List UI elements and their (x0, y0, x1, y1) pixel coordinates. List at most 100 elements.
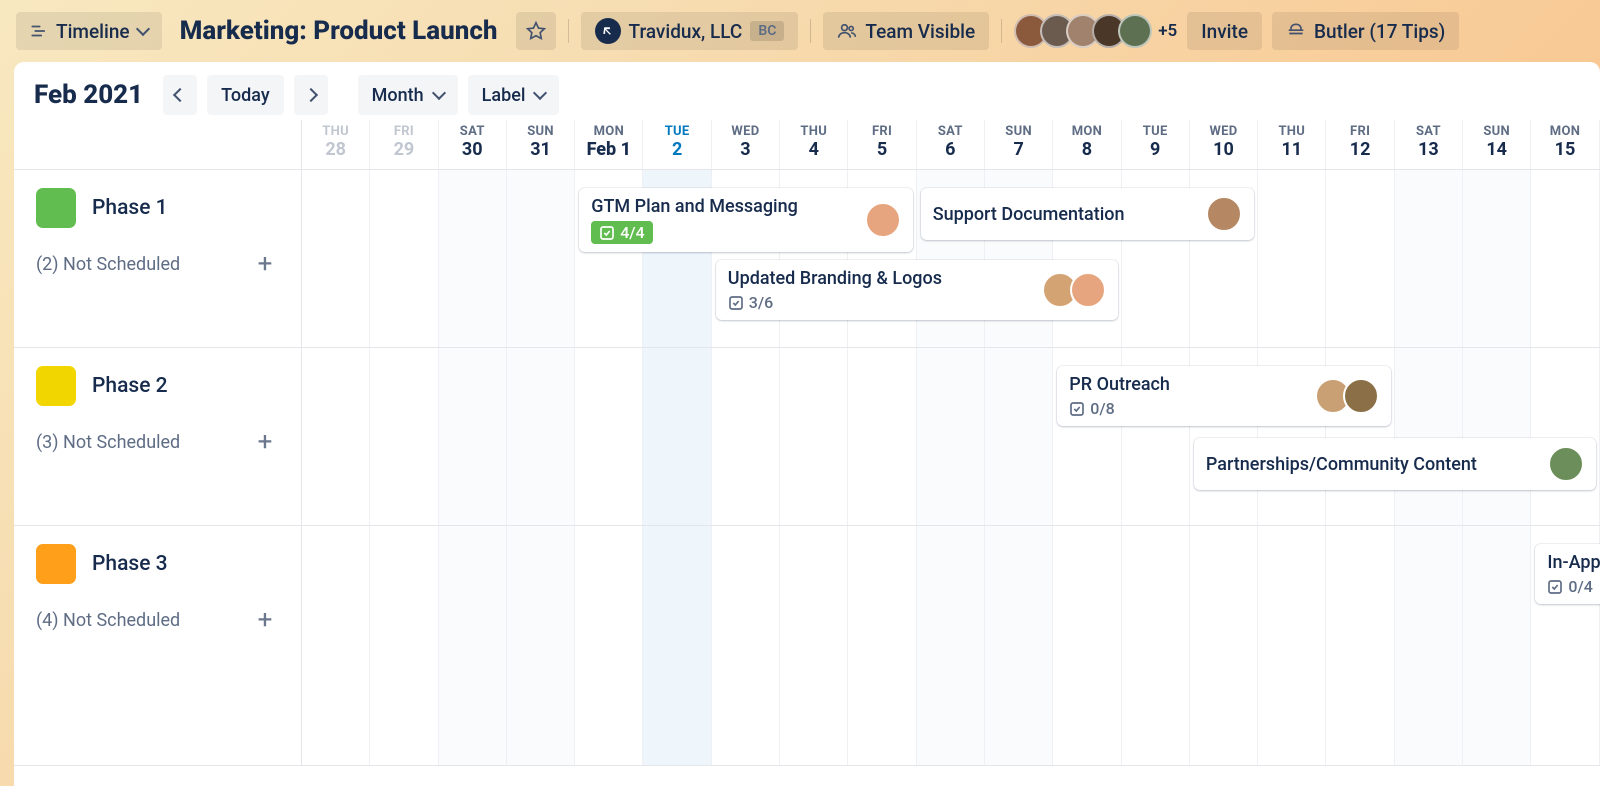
checklist-badge: 0/8 (1069, 399, 1114, 418)
timeline-toolbar: Feb 2021 Today Month Label (14, 62, 1600, 120)
workspace-name: Travidux, LLC (629, 20, 743, 43)
visibility-button[interactable]: Team Visible (823, 12, 989, 50)
timeline-card[interactable]: Partnerships/Community Content (1194, 438, 1596, 490)
timeline-card[interactable]: In-App Announcement 0/4 (1535, 544, 1600, 604)
day-column-header: SAT30 (439, 120, 507, 169)
card-title: Support Documentation (933, 204, 1197, 225)
chevron-left-icon (173, 88, 187, 102)
not-scheduled-count[interactable]: (3) Not Scheduled (36, 432, 180, 453)
chevron-down-icon (533, 86, 547, 100)
timeline-card[interactable]: Updated Branding & Logos 3/6 (716, 260, 1118, 320)
member-overflow-count[interactable]: +5 (1158, 21, 1177, 41)
day-column-header: THU11 (1258, 120, 1326, 169)
today-label: Today (221, 85, 270, 106)
lane-body[interactable]: GTM Plan and Messaging 4/4 Support Docume… (302, 170, 1600, 347)
group-select[interactable]: Label (468, 75, 560, 115)
day-column-header: FRI29 (370, 120, 438, 169)
not-scheduled-count[interactable]: (2) Not Scheduled (36, 254, 180, 275)
lane-title: Phase 3 (92, 552, 168, 576)
invite-label: Invite (1201, 20, 1248, 43)
divider (810, 19, 811, 43)
visibility-label: Team Visible (865, 20, 975, 43)
checklist-badge: 0/4 (1547, 577, 1592, 596)
day-column-header: WED10 (1190, 120, 1258, 169)
next-period-button[interactable] (294, 75, 328, 115)
day-column-header: WED3 (712, 120, 780, 169)
lane-row: Phase 1 (2) Not Scheduled + GTM Plan and… (14, 170, 1600, 348)
member-avatar[interactable] (1548, 446, 1584, 482)
timeline-card[interactable]: Support Documentation (921, 188, 1255, 240)
day-column-header: FRI5 (848, 120, 916, 169)
butler-label: Butler (17 Tips) (1314, 20, 1445, 43)
member-avatar-stack[interactable]: +5 (1014, 14, 1177, 48)
day-column-header: SUN14 (1463, 120, 1531, 169)
lane-row: Phase 3 (4) Not Scheduled + In-App Annou… (14, 526, 1600, 766)
lane-color-swatch (36, 188, 76, 228)
member-avatar[interactable] (1206, 196, 1242, 232)
lane-row: Phase 2 (3) Not Scheduled + PR Outreach … (14, 348, 1600, 526)
checklist-badge: 3/6 (728, 293, 773, 312)
timeline-grid: THU28FRI29SAT30SUN31MONFeb 1TUE2WED3THU4… (14, 120, 1600, 786)
day-column-header: SAT13 (1395, 120, 1463, 169)
timeline-card[interactable]: PR Outreach 0/8 (1057, 366, 1391, 426)
timeline-icon (30, 22, 48, 40)
scale-select[interactable]: Month (358, 75, 458, 115)
group-label: Label (482, 85, 526, 106)
divider (1001, 19, 1002, 43)
day-column-header: SUN31 (507, 120, 575, 169)
view-switcher[interactable]: Timeline (16, 12, 162, 50)
day-column-header: TUE9 (1122, 120, 1190, 169)
divider (568, 19, 569, 43)
card-title: Updated Branding & Logos (728, 268, 1032, 289)
lane-body[interactable]: PR Outreach 0/8 Partnerships/Community Co… (302, 348, 1600, 525)
day-column-header: MON8 (1053, 120, 1121, 169)
workspace-button[interactable]: Travidux, LLC BC (581, 12, 799, 50)
member-avatar[interactable] (865, 202, 901, 238)
card-member-avatars (1042, 272, 1106, 308)
prev-period-button[interactable] (163, 75, 197, 115)
butler-button[interactable]: Butler (17 Tips) (1272, 12, 1459, 50)
invite-button[interactable]: Invite (1187, 12, 1262, 50)
board-header: Timeline Marketing: Product Launch Travi… (0, 0, 1600, 62)
board-title[interactable]: Marketing: Product Launch (172, 16, 506, 46)
member-avatar[interactable] (1070, 272, 1106, 308)
day-column-header: SAT6 (917, 120, 985, 169)
chevron-right-icon (304, 88, 318, 102)
chevron-down-icon (432, 86, 446, 100)
card-member-avatars (865, 202, 901, 238)
member-avatar[interactable] (1343, 378, 1379, 414)
card-title: Partnerships/Community Content (1206, 454, 1538, 475)
star-icon (526, 21, 546, 41)
team-icon (837, 21, 857, 41)
card-member-avatars (1315, 378, 1379, 414)
lane-sidebar: Phase 1 (2) Not Scheduled + (14, 170, 302, 347)
lane-color-swatch (36, 366, 76, 406)
lane-title: Phase 1 (92, 196, 168, 220)
butler-icon (1286, 21, 1306, 41)
lane-sidebar: Phase 3 (4) Not Scheduled + (14, 526, 302, 765)
timeline-card[interactable]: GTM Plan and Messaging 4/4 (579, 188, 913, 252)
day-column-header: THU4 (780, 120, 848, 169)
add-card-button[interactable]: + (251, 250, 279, 278)
card-member-avatars (1206, 196, 1242, 232)
chevron-down-icon (136, 22, 150, 36)
today-button[interactable]: Today (207, 75, 284, 115)
lane-title: Phase 2 (92, 374, 168, 398)
day-column-header: MONFeb 1 (575, 120, 643, 169)
checklist-badge: 4/4 (591, 221, 652, 244)
card-title: GTM Plan and Messaging (591, 196, 855, 217)
timeline-panel: Feb 2021 Today Month Label THU28FRI29SAT… (14, 62, 1600, 786)
day-column-header: MON15 (1531, 120, 1599, 169)
card-title: PR Outreach (1069, 374, 1305, 395)
add-card-button[interactable]: + (251, 428, 279, 456)
add-card-button[interactable]: + (251, 606, 279, 634)
star-button[interactable] (516, 12, 556, 50)
day-column-header: FRI12 (1326, 120, 1394, 169)
lane-body[interactable]: In-App Announcement 0/4Upload Tutorial V… (302, 526, 1600, 765)
day-column-header: THU28 (302, 120, 370, 169)
member-avatar[interactable] (1118, 14, 1152, 48)
day-column-header: SUN7 (985, 120, 1053, 169)
lane-color-swatch (36, 544, 76, 584)
not-scheduled-count[interactable]: (4) Not Scheduled (36, 610, 180, 631)
workspace-logo-icon (595, 18, 621, 44)
